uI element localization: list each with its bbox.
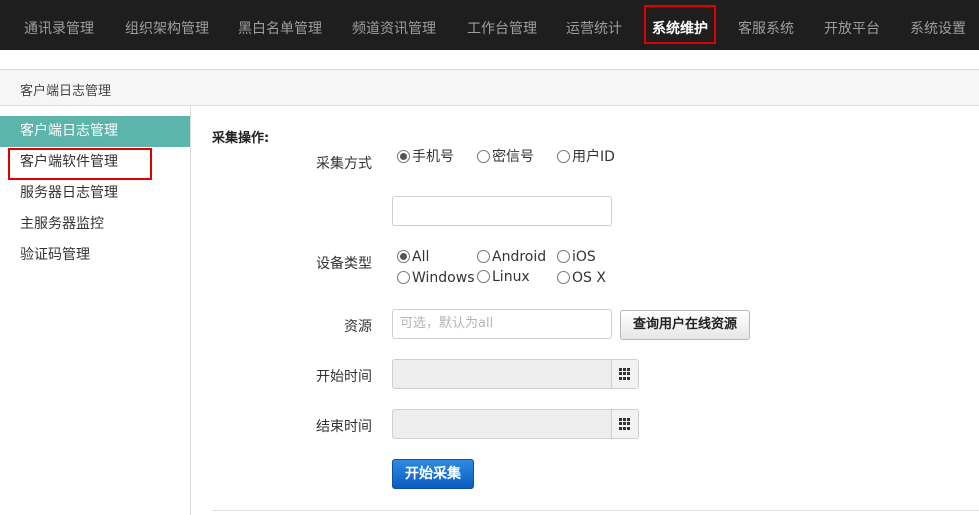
section-label: 采集操作:: [212, 131, 270, 146]
sidebar-item-captcha[interactable]: 验证码管理: [0, 240, 190, 271]
radio-device-linux[interactable]: Linux: [477, 268, 530, 286]
radio-unchecked-icon: [557, 271, 570, 284]
radio-label: All: [412, 249, 430, 265]
start-time-input[interactable]: [392, 359, 612, 389]
radio-checked-icon: [397, 150, 410, 163]
radio-label: Linux: [492, 269, 530, 285]
radio-mixin-number[interactable]: 密信号: [477, 148, 534, 166]
radio-label: Android: [492, 249, 547, 265]
start-time-calendar-button[interactable]: [611, 359, 639, 389]
end-time-label: 结束时间: [316, 419, 372, 435]
nav-item-channel-news[interactable]: 频道资讯管理: [352, 0, 436, 50]
radio-unchecked-icon: [557, 250, 570, 263]
radio-unchecked-icon: [477, 150, 490, 163]
nav-item-operation-stats[interactable]: 运营统计: [566, 0, 622, 50]
end-time-input[interactable]: [392, 409, 612, 439]
radio-device-android[interactable]: Android: [477, 248, 546, 266]
radio-device-osx[interactable]: OS X: [557, 269, 606, 287]
radio-phone[interactable]: 手机号: [397, 148, 454, 166]
radio-label: iOS: [572, 249, 596, 265]
radio-device-all[interactable]: All: [397, 248, 429, 266]
resource-input[interactable]: 可选，默认为all: [392, 309, 612, 339]
nav-item-contacts[interactable]: 通讯录管理: [24, 0, 94, 50]
nav-item-blacklist[interactable]: 黑白名单管理: [238, 0, 322, 50]
nav-item-workbench[interactable]: 工作台管理: [467, 0, 537, 50]
sidebar-item-main-server-monitor[interactable]: 主服务器监控: [0, 209, 190, 240]
end-time-picker: [392, 409, 639, 439]
start-time-picker: [392, 359, 639, 389]
collect-value-input[interactable]: [392, 196, 612, 226]
radio-unchecked-icon: [397, 271, 410, 284]
page-title: 客户端日志管理: [20, 84, 112, 99]
radio-checked-icon: [397, 250, 410, 263]
resource-placeholder: 可选，默认为all: [400, 316, 494, 331]
divider: [212, 510, 979, 511]
radio-device-ios[interactable]: iOS: [557, 248, 596, 266]
page-title-bar: 客户端日志管理: [0, 69, 979, 106]
nav-item-open-platform[interactable]: 开放平台: [824, 0, 880, 50]
radio-device-windows[interactable]: Windows: [397, 269, 475, 287]
radio-unchecked-icon: [477, 270, 490, 283]
radio-label: OS X: [572, 270, 606, 286]
radio-unchecked-icon: [477, 250, 490, 263]
radio-unchecked-icon: [557, 150, 570, 163]
nav-item-system-settings[interactable]: 系统设置: [910, 0, 966, 50]
nav-item-org-structure[interactable]: 组织架构管理: [125, 0, 209, 50]
device-type-label: 设备类型: [316, 256, 372, 272]
calendar-grid-icon: [619, 368, 631, 380]
sidebar-highlight-box: [8, 148, 152, 180]
top-navigation-bar: 通讯录管理 组织架构管理 黑白名单管理 频道资讯管理 工作台管理 运营统计 系统…: [0, 0, 979, 50]
nav-highlight-box: [644, 5, 716, 44]
calendar-grid-icon: [619, 418, 631, 430]
radio-label: Windows: [412, 270, 475, 286]
radio-label: 用户ID: [572, 149, 615, 165]
radio-label: 密信号: [492, 149, 534, 165]
sidebar-item-client-logs[interactable]: 客户端日志管理: [0, 116, 190, 147]
radio-user-id[interactable]: 用户ID: [557, 148, 615, 166]
end-time-calendar-button[interactable]: [611, 409, 639, 439]
sidebar-item-server-logs[interactable]: 服务器日志管理: [0, 178, 190, 209]
start-time-label: 开始时间: [316, 369, 372, 385]
query-online-resources-button[interactable]: 查询用户在线资源: [620, 310, 750, 340]
nav-item-customer-service[interactable]: 客服系统: [738, 0, 794, 50]
start-collect-button[interactable]: 开始采集: [392, 459, 474, 489]
resource-label: 资源: [344, 319, 372, 335]
radio-label: 手机号: [412, 149, 454, 165]
collect-method-label: 采集方式: [316, 156, 372, 172]
